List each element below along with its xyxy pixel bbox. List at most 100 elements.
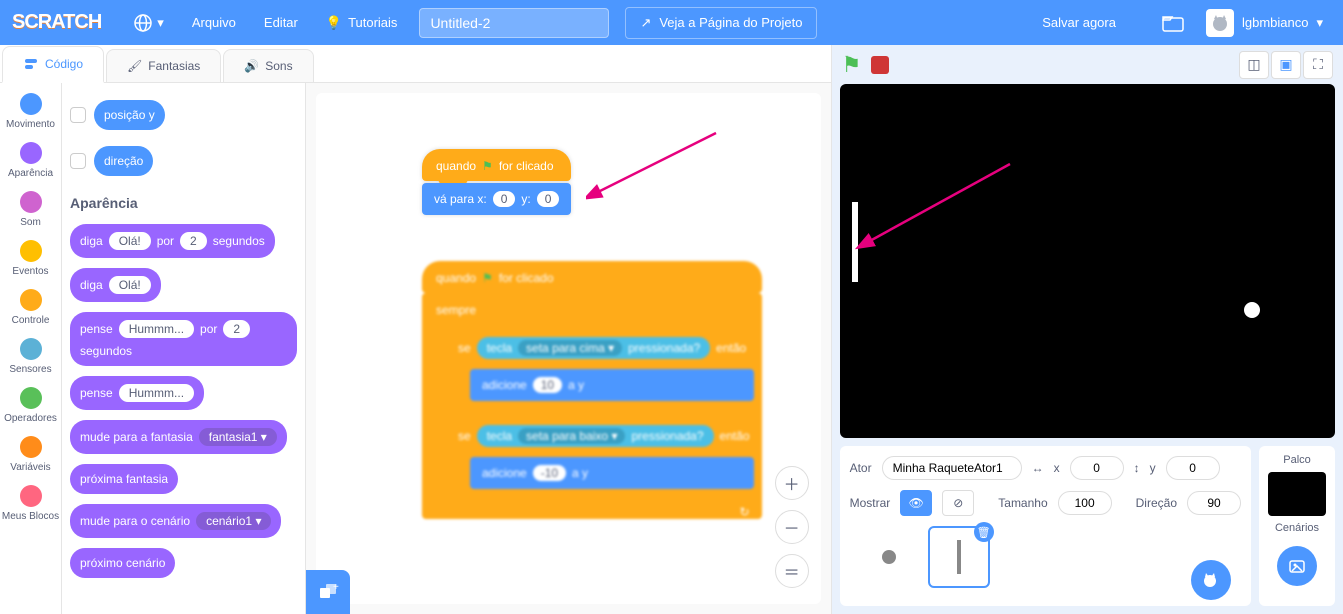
language-menu[interactable]: ▾ bbox=[119, 0, 178, 45]
editor-tabs: Código 🖌 Fantasias 🔊 Sons bbox=[0, 45, 831, 83]
project-icon: ↗ bbox=[640, 15, 651, 31]
cat-plus-icon bbox=[1201, 570, 1221, 590]
sprite-x-input[interactable] bbox=[1070, 456, 1124, 480]
tab-code[interactable]: Código bbox=[2, 46, 104, 83]
block-y-position[interactable]: posição y bbox=[94, 100, 165, 130]
block-next-costume[interactable]: próxima fantasia bbox=[70, 464, 178, 494]
sprite-item-ball[interactable] bbox=[858, 526, 920, 588]
block-if-1[interactable]: se teclaseta para cima ▾pressionada? ent… bbox=[444, 327, 758, 413]
category-variables[interactable]: Variáveis bbox=[0, 430, 61, 479]
sensing-key-pressed-1[interactable]: teclaseta para cima ▾pressionada? bbox=[477, 337, 710, 359]
block-direction[interactable]: direção bbox=[94, 146, 153, 176]
size-label: Tamanho bbox=[998, 496, 1047, 510]
sprite-name-input[interactable] bbox=[882, 456, 1022, 480]
paintbrush-icon: 🖌 bbox=[127, 59, 142, 73]
block-change-y-2[interactable]: adicione-10a y bbox=[470, 457, 754, 489]
backdrops-label: Cenários bbox=[1275, 522, 1319, 534]
show-sprite-button[interactable]: 👁 bbox=[900, 490, 932, 516]
tab-sounds[interactable]: 🔊 Sons bbox=[223, 49, 313, 82]
palette-heading-looks: Aparência bbox=[70, 195, 297, 211]
sprite-paddle[interactable] bbox=[852, 202, 858, 282]
add-backdrop-button[interactable] bbox=[1277, 546, 1317, 586]
svg-text:+: + bbox=[333, 582, 339, 593]
green-flag-button[interactable]: ⚑ bbox=[842, 52, 862, 78]
hat-when-flag-clicked-1[interactable]: quando⚑for clicado bbox=[422, 149, 571, 181]
file-menu[interactable]: Arquivo bbox=[178, 0, 250, 45]
green-flag-icon: ⚑ bbox=[482, 159, 493, 173]
category-myblocks[interactable]: Meus Blocos bbox=[0, 479, 61, 528]
sprite-item-paddle[interactable]: 🗑 bbox=[928, 526, 990, 588]
stage[interactable] bbox=[840, 84, 1335, 438]
block-if-2[interactable]: se teclaseta para baixo ▾pressionada? en… bbox=[444, 415, 758, 501]
category-operators[interactable]: Operadores bbox=[0, 381, 61, 430]
stage-thumbnail[interactable] bbox=[1268, 472, 1326, 516]
direction-label: Direção bbox=[1136, 496, 1177, 510]
zoom-reset-button[interactable]: ＝ bbox=[775, 554, 809, 588]
sprite-size-input[interactable] bbox=[1058, 491, 1112, 515]
cat-icon bbox=[1210, 13, 1230, 33]
add-sprite-button[interactable] bbox=[1191, 560, 1231, 600]
script-2[interactable]: quando⚑for clicado sempre se teclaseta p… bbox=[422, 261, 762, 519]
sound-icon: 🔊 bbox=[244, 59, 259, 73]
block-think[interactable]: penseHummm... bbox=[70, 376, 204, 410]
lightbulb-icon: 💡 bbox=[326, 15, 342, 31]
block-switch-costume[interactable]: mude para a fantasiafantasia1 ▾ bbox=[70, 420, 287, 454]
zoom-out-button[interactable]: － bbox=[775, 510, 809, 544]
scripts-workspace[interactable]: quando⚑for clicado vá para x:0y:0 quan bbox=[306, 83, 831, 614]
stage-header: ⚑ ◫ ▣ ⛶ bbox=[832, 45, 1343, 84]
small-stage-button[interactable]: ◫ bbox=[1239, 51, 1269, 79]
monitor-checkbox-ypos[interactable] bbox=[70, 107, 86, 123]
script-1[interactable]: quando⚑for clicado vá para x:0y:0 bbox=[422, 149, 571, 215]
project-page-button[interactable]: ↗ Veja a Página do Projeto bbox=[625, 7, 817, 39]
block-change-y-1[interactable]: adicione10a y bbox=[470, 369, 754, 401]
tutorials-button[interactable]: 💡 Tutoriais bbox=[312, 0, 412, 45]
sprite-list: 🗑 bbox=[850, 526, 1241, 596]
category-events[interactable]: Eventos bbox=[0, 234, 61, 283]
block-switch-backdrop[interactable]: mude para o cenáriocenário1 ▾ bbox=[70, 504, 281, 538]
category-looks[interactable]: Aparência bbox=[0, 136, 61, 185]
green-flag-icon: ⚑ bbox=[482, 271, 493, 285]
category-sensing[interactable]: Sensores bbox=[0, 332, 61, 381]
sprite-name-label: Ator bbox=[850, 461, 872, 475]
zoom-in-button[interactable]: ＋ bbox=[775, 466, 809, 500]
hide-sprite-button[interactable]: ⊘ bbox=[942, 490, 974, 516]
large-stage-button[interactable]: ▣ bbox=[1271, 51, 1301, 79]
menu-bar: SCRATCH ▾ Arquivo Editar 💡 Tutoriais ↗ V… bbox=[0, 0, 1343, 45]
y-icon: ↕ bbox=[1134, 461, 1140, 475]
block-category-list: Movimento Aparência Som Eventos Controle… bbox=[0, 83, 62, 614]
stage-selector[interactable]: Palco Cenários bbox=[1259, 446, 1335, 606]
show-label: Mostrar bbox=[850, 496, 891, 510]
edit-menu[interactable]: Editar bbox=[250, 0, 312, 45]
add-extension-button[interactable]: + bbox=[306, 570, 350, 614]
block-goto-xy[interactable]: vá para x:0y:0 bbox=[422, 183, 571, 215]
sprite-direction-input[interactable] bbox=[1187, 491, 1241, 515]
fullscreen-button[interactable]: ⛶ bbox=[1303, 51, 1333, 79]
block-palette[interactable]: posição y direção Aparência digaOlá!por2… bbox=[62, 83, 306, 614]
block-next-backdrop[interactable]: próximo cenário bbox=[70, 548, 175, 578]
block-say-for-secs[interactable]: digaOlá!por2segundos bbox=[70, 224, 275, 258]
category-sound[interactable]: Som bbox=[0, 185, 61, 234]
account-menu[interactable]: lgbmbianco ▾ bbox=[1198, 0, 1331, 45]
stop-button[interactable] bbox=[871, 56, 889, 74]
category-control[interactable]: Controle bbox=[0, 283, 61, 332]
sprite-ball[interactable] bbox=[1244, 302, 1260, 318]
x-label: x bbox=[1054, 461, 1060, 475]
hat-when-flag-clicked-2[interactable]: quando⚑for clicado bbox=[422, 261, 762, 293]
extension-icon: + bbox=[317, 581, 339, 603]
globe-icon bbox=[133, 13, 153, 33]
project-title-input[interactable] bbox=[419, 8, 609, 38]
code-icon bbox=[23, 56, 39, 72]
user-avatar bbox=[1206, 9, 1234, 37]
scratch-logo[interactable]: SCRATCH bbox=[12, 11, 101, 34]
category-motion[interactable]: Movimento bbox=[0, 87, 61, 136]
save-now-button[interactable]: Salvar agora bbox=[1028, 0, 1130, 45]
block-say[interactable]: digaOlá! bbox=[70, 268, 161, 302]
tab-costumes[interactable]: 🖌 Fantasias bbox=[106, 49, 221, 82]
monitor-checkbox-direction[interactable] bbox=[70, 153, 86, 169]
mystuff-button[interactable] bbox=[1148, 0, 1198, 45]
block-think-for-secs[interactable]: penseHummm...por2segundos bbox=[70, 312, 297, 366]
sensing-key-pressed-2[interactable]: teclaseta para baixo ▾pressionada? bbox=[477, 425, 714, 447]
sprite-y-input[interactable] bbox=[1166, 456, 1220, 480]
stage-label: Palco bbox=[1283, 454, 1311, 466]
block-forever[interactable]: sempre se teclaseta para cima ▾pressiona… bbox=[422, 293, 762, 519]
